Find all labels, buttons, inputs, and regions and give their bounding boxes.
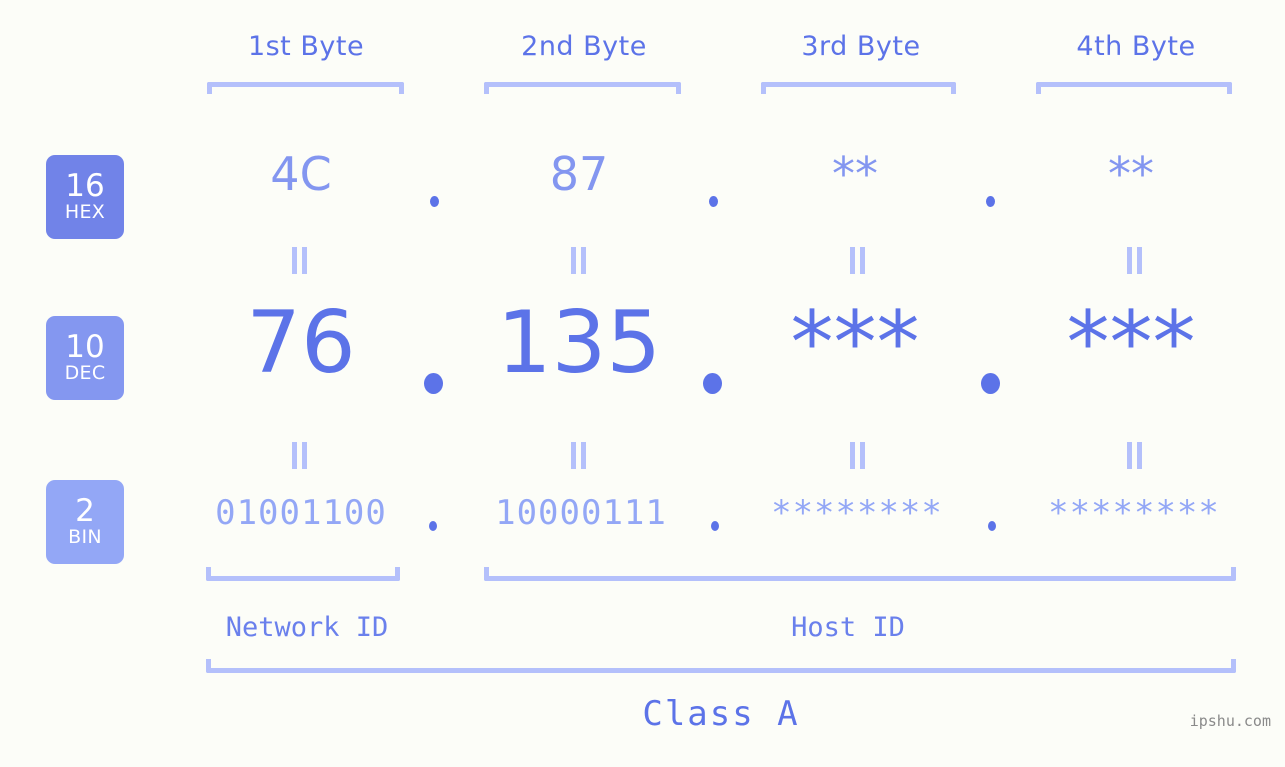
hex-separator-dot-2 xyxy=(709,196,718,207)
bin-separator-dot-1 xyxy=(429,521,437,531)
hex-separator-dot-3 xyxy=(986,196,995,207)
class-label: Class A xyxy=(642,694,800,734)
equality-mark-hex-dec-1 xyxy=(292,247,310,274)
dec-separator-dot-2 xyxy=(703,373,722,394)
byte-header-1: 1st Byte xyxy=(247,31,365,62)
hex-byte-2-value: 87 xyxy=(549,147,609,201)
radix-badge-hex: 16 HEX xyxy=(46,155,124,239)
bin-byte-4-value: ******** xyxy=(1048,493,1220,533)
host-id-label: Host ID xyxy=(791,612,905,643)
equality-mark-hex-dec-2 xyxy=(571,247,589,274)
radix-badge-bin-number: 2 xyxy=(75,492,95,529)
byte-bracket-4 xyxy=(1036,82,1232,94)
ip-breakdown-diagram: 1st Byte 2nd Byte 3rd Byte 4th Byte 16 H… xyxy=(0,0,1285,767)
bin-byte-3-value: ******** xyxy=(771,493,943,533)
hex-byte-4-value: ** xyxy=(1108,147,1154,201)
radix-badge-dec: 10 DEC xyxy=(46,316,124,400)
equality-mark-hex-dec-3 xyxy=(850,247,868,274)
byte-header-2: 2nd Byte xyxy=(521,31,647,62)
radix-badge-hex-number: 16 xyxy=(65,167,105,204)
byte-header-4: 4th Byte xyxy=(1076,31,1196,62)
equality-mark-dec-bin-1 xyxy=(292,442,310,469)
dec-separator-dot-1 xyxy=(424,373,443,394)
radix-badge-dec-name: DEC xyxy=(64,361,106,384)
bin-byte-2-value: 10000111 xyxy=(495,493,667,533)
radix-badge-bin: 2 BIN xyxy=(46,480,124,564)
class-bracket xyxy=(206,659,1236,673)
equality-mark-dec-bin-4 xyxy=(1127,442,1145,469)
equality-mark-dec-bin-2 xyxy=(571,442,589,469)
equality-mark-dec-bin-3 xyxy=(850,442,868,469)
bin-byte-1-value: 01001100 xyxy=(215,493,387,533)
dec-byte-3-value: *** xyxy=(790,293,920,393)
byte-bracket-3 xyxy=(761,82,956,94)
dec-separator-dot-3 xyxy=(981,373,1000,394)
site-watermark: ipshu.com xyxy=(1189,712,1271,730)
equality-mark-hex-dec-4 xyxy=(1127,247,1145,274)
radix-badge-hex-name: HEX xyxy=(64,200,106,223)
network-id-label: Network ID xyxy=(225,612,389,643)
byte-header-3: 3rd Byte xyxy=(801,31,921,62)
hex-separator-dot-1 xyxy=(430,196,439,207)
network-id-bracket xyxy=(206,567,400,581)
byte-bracket-2 xyxy=(484,82,681,94)
byte-bracket-1 xyxy=(207,82,404,94)
dec-byte-2-value: 135 xyxy=(496,293,662,393)
hex-byte-1-value: 4C xyxy=(270,147,332,201)
hex-byte-3-value: ** xyxy=(832,147,878,201)
host-id-bracket xyxy=(484,567,1236,581)
dec-byte-1-value: 76 xyxy=(246,293,356,393)
bin-separator-dot-3 xyxy=(988,521,996,531)
dec-byte-4-value: *** xyxy=(1066,293,1196,393)
radix-badge-bin-name: BIN xyxy=(68,525,102,548)
radix-badge-dec-number: 10 xyxy=(65,328,105,365)
bin-separator-dot-2 xyxy=(711,521,719,531)
